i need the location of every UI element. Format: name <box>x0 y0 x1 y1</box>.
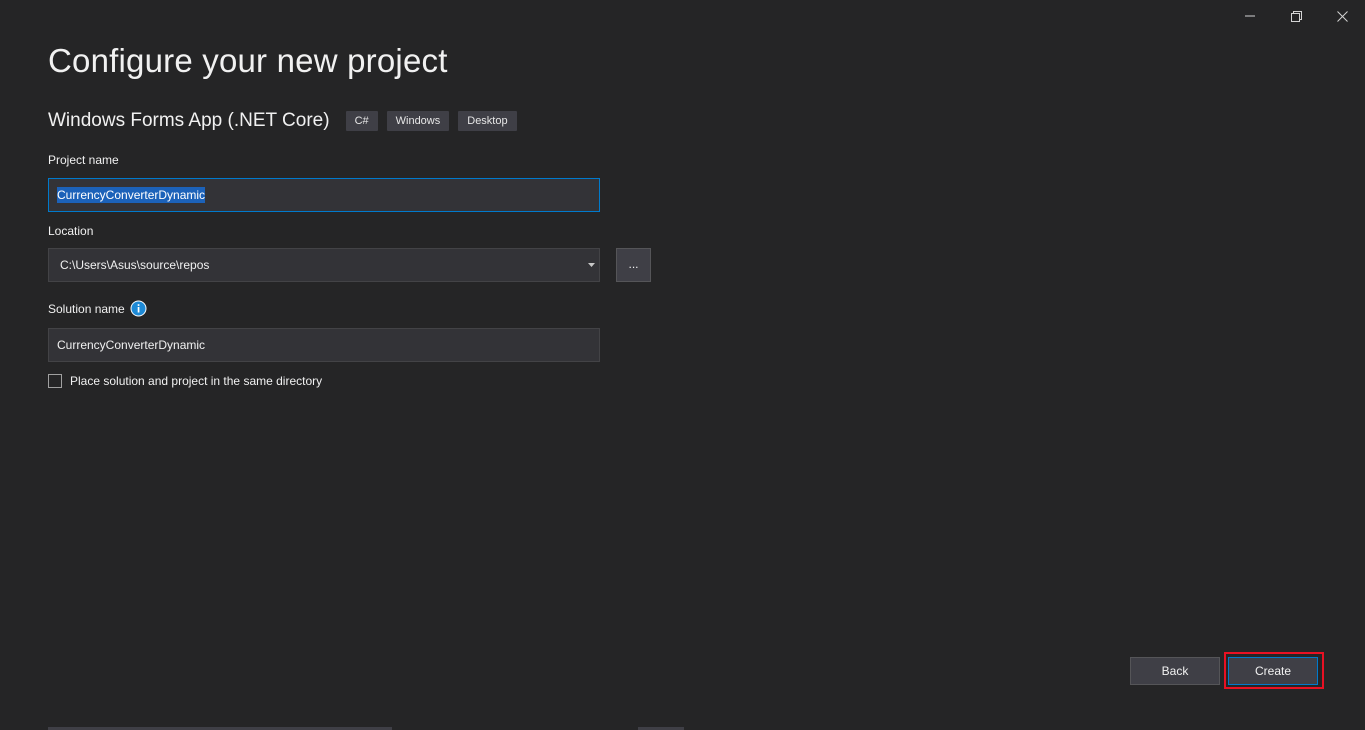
project-name-label: Project name <box>48 153 119 167</box>
template-name: Windows Forms App (.NET Core) <box>48 110 330 131</box>
solution-name-label: Solution name <box>48 301 125 316</box>
same-directory-option[interactable]: Place solution and project in the same d… <box>48 374 322 388</box>
configure-project-window: Configure your new project Windows Forms… <box>0 0 1365 730</box>
close-button[interactable] <box>1319 0 1365 32</box>
same-directory-label: Place solution and project in the same d… <box>70 374 323 388</box>
page-title: Configure your new project <box>48 42 448 79</box>
back-button[interactable]: Back <box>1130 657 1220 685</box>
window-controls <box>1227 0 1365 32</box>
chevron-down-icon[interactable] <box>584 249 598 281</box>
project-name-input[interactable]: CurrencyConverterDynamic <box>48 178 600 212</box>
create-button[interactable]: Create <box>1228 657 1318 685</box>
tag-platform: Windows <box>386 111 450 131</box>
info-icon[interactable] <box>130 300 147 317</box>
same-directory-checkbox[interactable] <box>48 374 62 388</box>
restore-button[interactable] <box>1273 0 1319 32</box>
project-name-value: CurrencyConverterDynamic <box>57 187 206 203</box>
location-combobox[interactable]: C:\Users\Asus\source\repos <box>48 248 600 282</box>
tag-language: C# <box>345 111 378 131</box>
location-label: Location <box>48 224 94 238</box>
location-value: C:\Users\Asus\source\repos <box>60 258 210 272</box>
solution-name-label-row: Solution name <box>48 300 147 317</box>
browse-location-button[interactable]: ... <box>616 248 651 282</box>
template-summary: Windows Forms App (.NET Core) C# Windows… <box>48 110 526 132</box>
restore-icon <box>1290 10 1302 22</box>
close-icon <box>1336 10 1348 22</box>
solution-name-input[interactable]: CurrencyConverterDynamic <box>48 328 600 362</box>
minimize-button[interactable] <box>1227 0 1273 32</box>
minimize-icon <box>1245 15 1255 17</box>
solution-name-value: CurrencyConverterDynamic <box>57 338 206 352</box>
tag-project-type: Desktop <box>458 111 517 131</box>
